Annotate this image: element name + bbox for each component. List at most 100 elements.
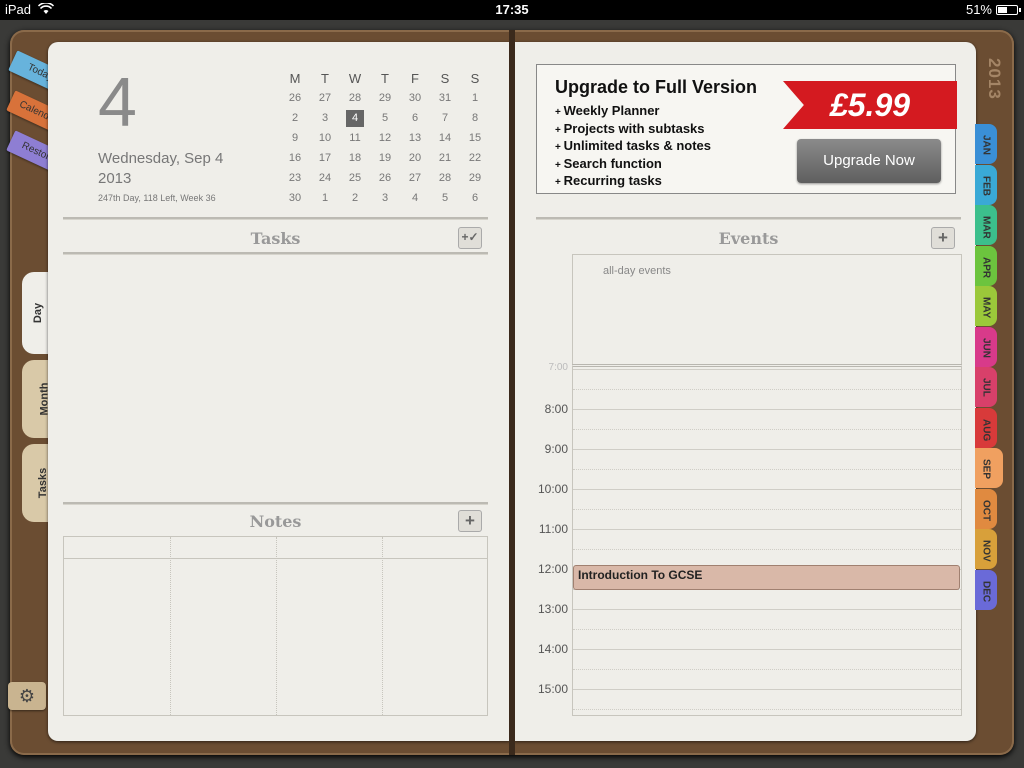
calendar-day[interactable]: 6	[460, 188, 490, 208]
month-tab-label: NOV	[980, 540, 992, 562]
calendar-day[interactable]: 4	[340, 108, 370, 128]
weekday-date: Wednesday, Sep 4	[98, 150, 224, 167]
calendar-day[interactable]: 6	[400, 108, 430, 128]
notes-grid[interactable]	[63, 536, 488, 716]
tab-month-may[interactable]: MAY	[975, 286, 997, 326]
calendar-day-label: 26	[378, 172, 392, 184]
hour-label: 7:00	[548, 362, 568, 373]
tasks-bottom-rule	[63, 252, 488, 255]
calendar-day-label: 15	[468, 132, 482, 144]
weekday-header: T	[321, 70, 329, 86]
month-tab-label: JAN	[980, 135, 992, 156]
tab-month-jan[interactable]: JAN	[975, 124, 997, 164]
hour-line	[573, 369, 961, 370]
upgrade-now-button[interactable]: Upgrade Now	[797, 139, 941, 183]
calendar-day-label: 5	[381, 112, 389, 124]
tab-month-feb[interactable]: FEB	[975, 164, 997, 205]
add-task-button[interactable]: +✓	[458, 227, 482, 249]
calendar-day[interactable]: 1	[310, 188, 340, 208]
battery-percent: 51%	[965, 2, 992, 17]
calendar-day[interactable]: 29	[370, 88, 400, 108]
calendar-day[interactable]: 26	[370, 168, 400, 188]
tab-month-apr[interactable]: APR	[975, 245, 997, 286]
calendar-day[interactable]: 28	[340, 88, 370, 108]
hour-line	[573, 529, 961, 530]
day-number: 4	[98, 63, 137, 141]
calendar-day-label: 4	[411, 192, 419, 204]
calendar-day[interactable]: 28	[430, 168, 460, 188]
half-hour-line	[573, 389, 961, 390]
calendar-day[interactable]: 27	[310, 88, 340, 108]
calendar-day-label: 1	[471, 92, 479, 104]
tab-month-jul[interactable]: JUL	[975, 367, 997, 407]
calendar-day[interactable]: 7	[430, 108, 460, 128]
tab-month-jun[interactable]: JUN	[975, 326, 997, 367]
calendar-day-label: 6	[471, 192, 479, 204]
tab-month-nov[interactable]: NOV	[975, 529, 997, 569]
status-bar: iPad 17:35 51%	[0, 0, 1024, 20]
timeline[interactable]	[572, 364, 962, 716]
tab-month-dec[interactable]: DEC	[975, 569, 997, 610]
calendar-day[interactable]: 25	[340, 168, 370, 188]
calendar-day-label: 8	[471, 112, 479, 124]
calendar-day-label: 3	[321, 112, 329, 124]
calendar-day-label: 19	[378, 152, 392, 164]
calendar-day[interactable]: 10	[310, 128, 340, 148]
calendar-day[interactable]: 15	[460, 128, 490, 148]
calendar-day[interactable]: 2	[340, 188, 370, 208]
calendar-day[interactable]: 14	[430, 128, 460, 148]
calendar-day[interactable]: 19	[370, 148, 400, 168]
settings-button[interactable]: ⚙	[8, 682, 46, 710]
calendar-day[interactable]: 13	[400, 128, 430, 148]
tab-month-sep[interactable]: SEP	[975, 448, 1003, 488]
calendar-day[interactable]: 31	[430, 88, 460, 108]
calendar-day[interactable]: 23	[280, 168, 310, 188]
calendar-day[interactable]: 16	[280, 148, 310, 168]
half-hour-line	[573, 509, 961, 510]
calendar-day[interactable]: 2	[280, 108, 310, 128]
calendar-day[interactable]: 30	[280, 188, 310, 208]
all-day-events-area[interactable]: all-day events	[572, 254, 962, 364]
calendar-day[interactable]: 9	[280, 128, 310, 148]
calendar-day-label: 2	[351, 192, 359, 204]
notes-column	[382, 537, 383, 715]
calendar-day[interactable]: 4	[400, 188, 430, 208]
add-note-button[interactable]: +	[458, 510, 482, 532]
calendar-day-label: 26	[288, 92, 302, 104]
spine	[509, 30, 515, 755]
calendar-day[interactable]: 5	[430, 188, 460, 208]
calendar-day[interactable]: 11	[340, 128, 370, 148]
calendar-day-label: 23	[288, 172, 302, 184]
calendar-day[interactable]: 29	[460, 168, 490, 188]
tab-month-aug[interactable]: AUG	[975, 407, 997, 448]
calendar-day[interactable]: 5	[370, 108, 400, 128]
tab-month-mar[interactable]: MAR	[975, 205, 997, 245]
calendar-day[interactable]: 26	[280, 88, 310, 108]
calendar-day[interactable]: 1	[460, 88, 490, 108]
calendar-day[interactable]: 3	[370, 188, 400, 208]
calendar-day[interactable]: 3	[310, 108, 340, 128]
calendar-day-label: 28	[438, 172, 452, 184]
gear-icon: ⚙	[18, 685, 36, 706]
calendar-day[interactable]: 12	[370, 128, 400, 148]
calendar-day[interactable]: 18	[340, 148, 370, 168]
calendar-day[interactable]: 22	[460, 148, 490, 168]
weekday-header: F	[411, 70, 419, 86]
calendar-day[interactable]: 24	[310, 168, 340, 188]
calendar-day-label: 27	[318, 92, 332, 104]
calendar-day-label: 1	[321, 192, 329, 204]
calendar-day[interactable]: 21	[430, 148, 460, 168]
calendar-day[interactable]: 8	[460, 108, 490, 128]
calendar-day[interactable]: 30	[400, 88, 430, 108]
cover-year: 2013	[985, 58, 1004, 100]
calendar-day[interactable]: 17	[310, 148, 340, 168]
calendar-day[interactable]: 27	[400, 168, 430, 188]
add-event-button[interactable]: +	[931, 227, 955, 249]
calendar-day[interactable]: 20	[400, 148, 430, 168]
event-item[interactable]: Introduction To GCSE	[573, 565, 960, 590]
tab-month-oct[interactable]: OCT	[975, 488, 997, 529]
hour-line	[573, 689, 961, 690]
hour-label: 10:00	[537, 482, 568, 496]
calendar-day-label: 9	[291, 132, 299, 144]
feature-item: Recurring tasks	[555, 173, 711, 191]
